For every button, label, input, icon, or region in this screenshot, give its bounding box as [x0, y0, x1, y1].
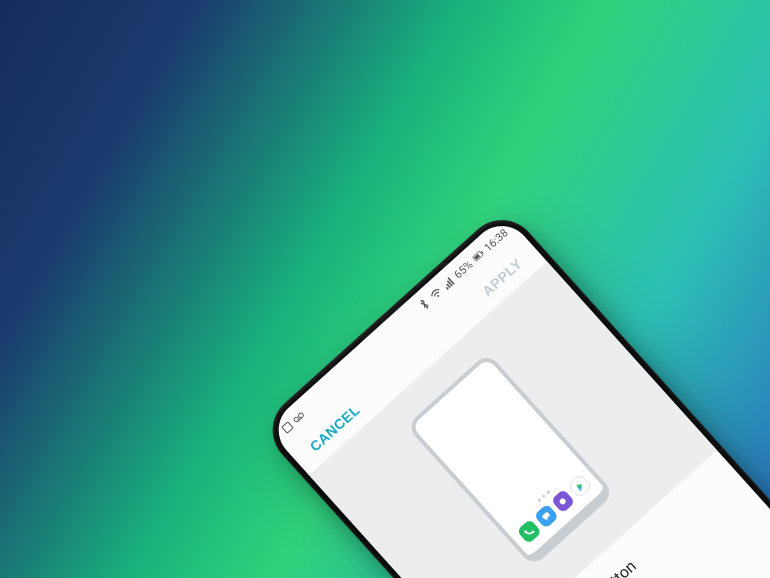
background: 65% 16:38 CANCEL APPLY: [0, 0, 770, 578]
wifi-icon: [428, 285, 445, 302]
device-frame: 65% 16:38 CANCEL APPLY: [258, 205, 770, 578]
phone-app-icon: [516, 519, 541, 544]
battery-icon: [470, 247, 487, 264]
bluetooth-icon: [416, 296, 433, 313]
screen: 65% 16:38 CANCEL APPLY: [266, 214, 770, 578]
messages-app-icon: [533, 504, 558, 529]
signal-icon: [440, 274, 457, 291]
homescreen-preview: [406, 352, 615, 567]
browser-app-icon: [550, 489, 575, 514]
playstore-app-icon: [567, 473, 592, 498]
